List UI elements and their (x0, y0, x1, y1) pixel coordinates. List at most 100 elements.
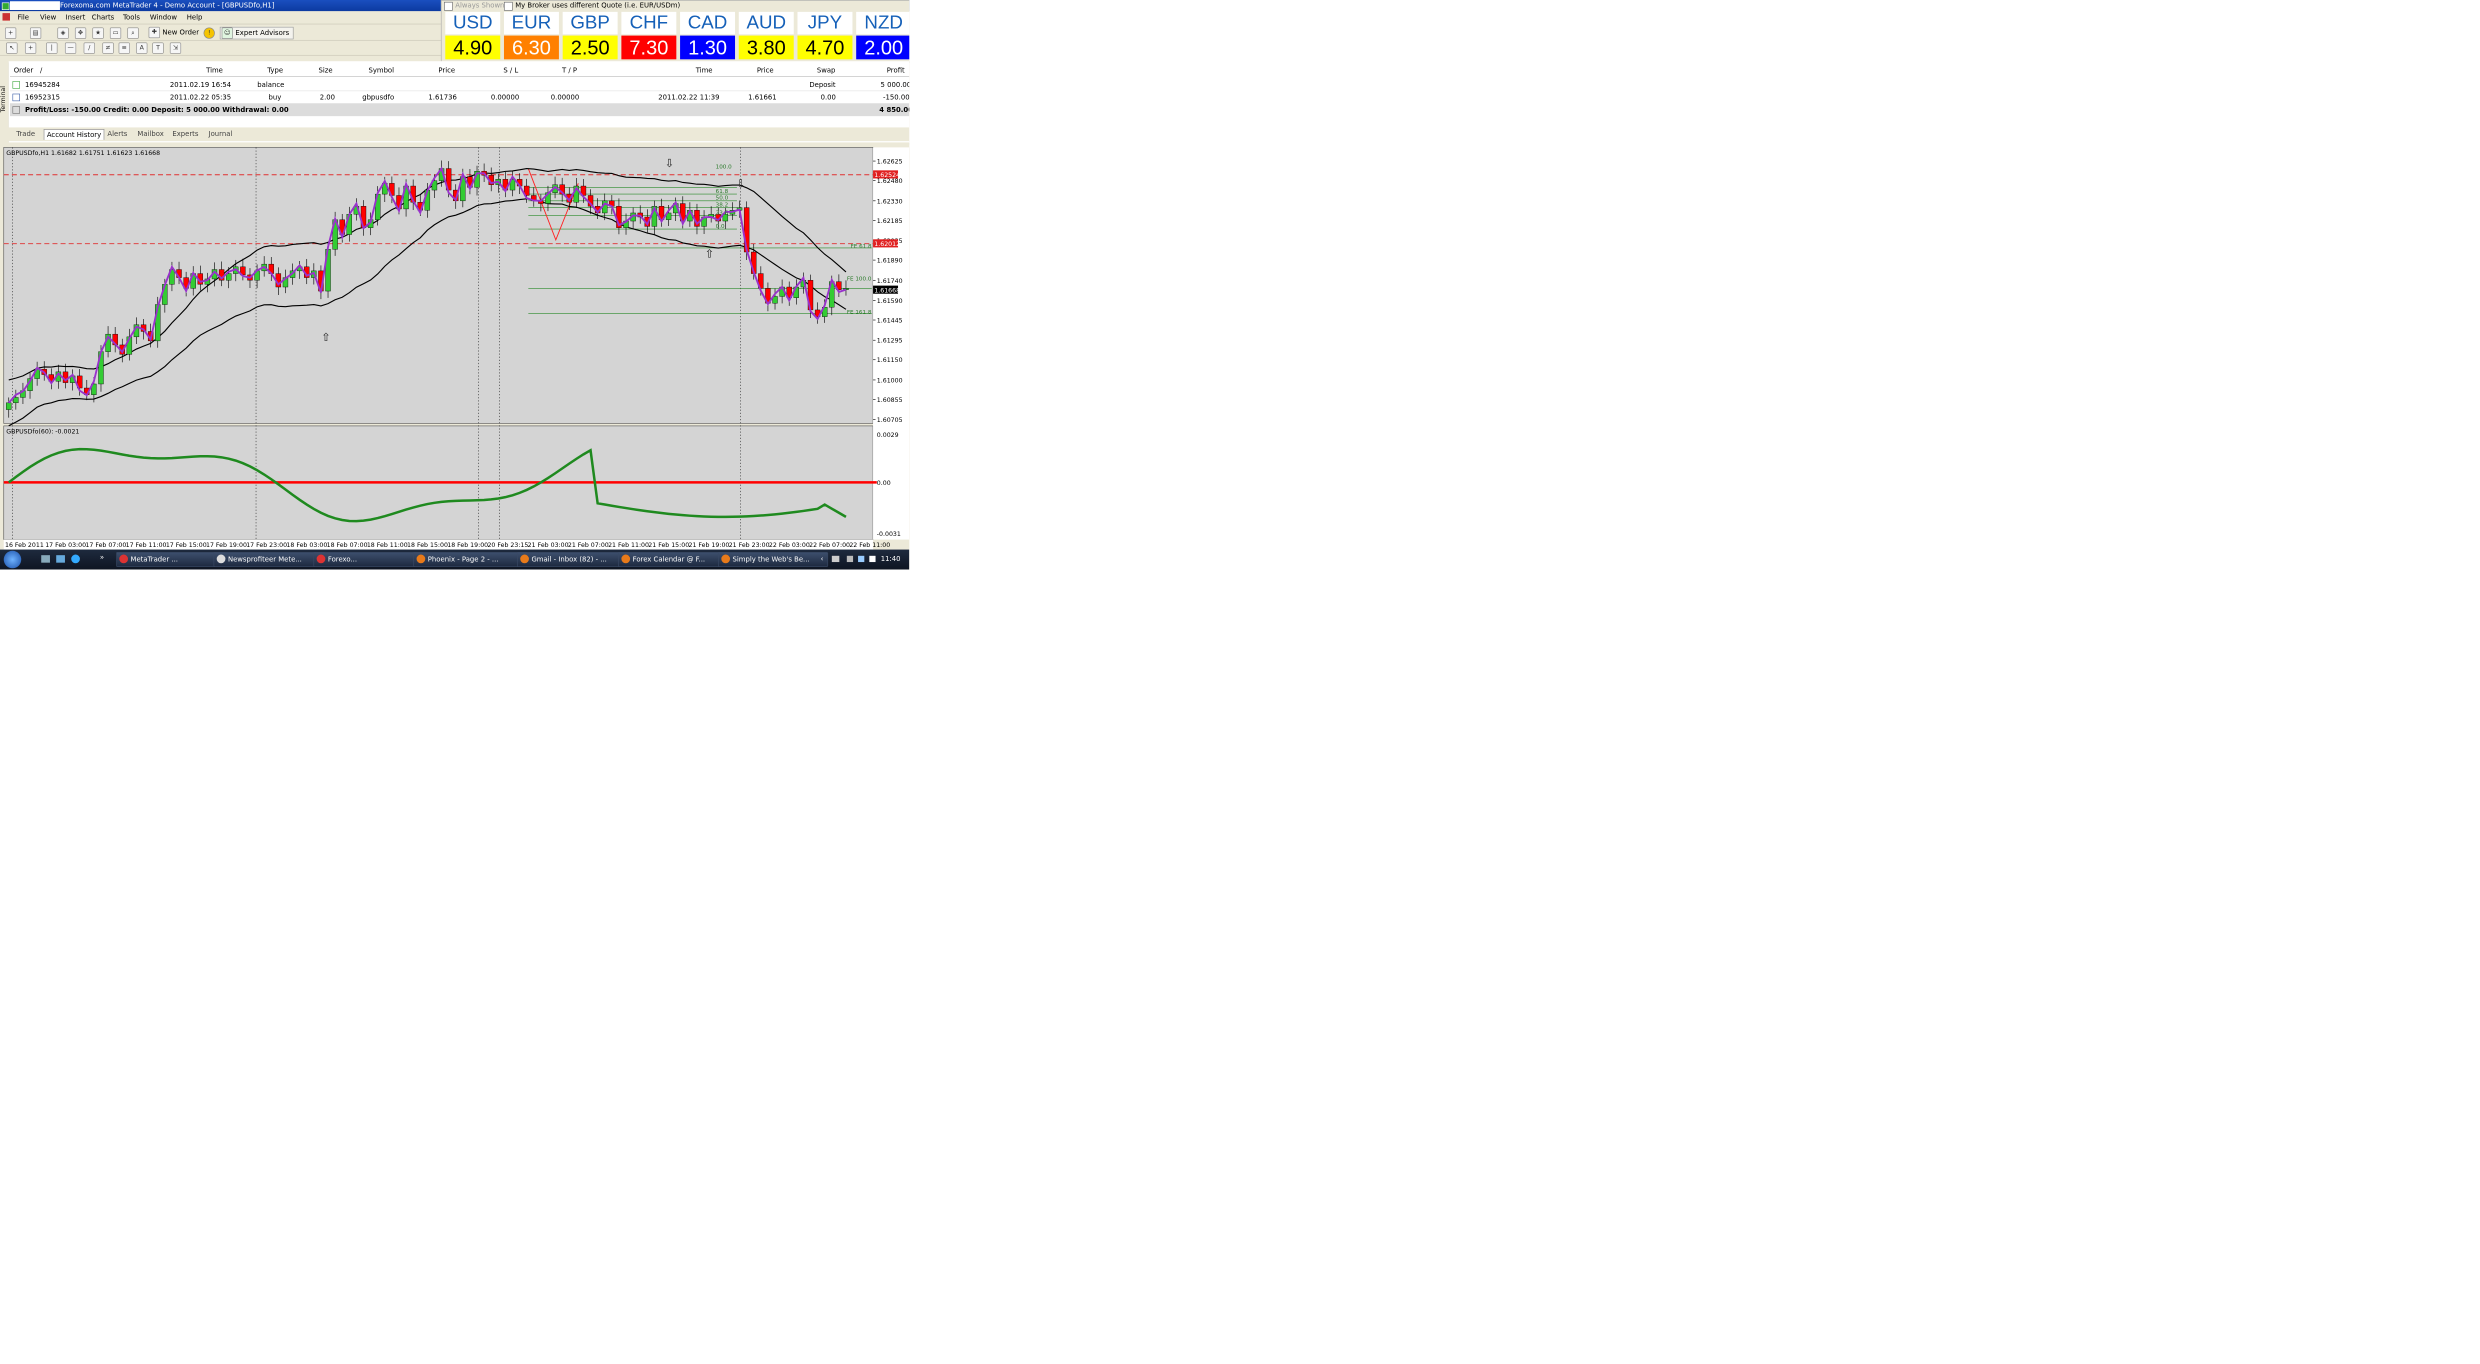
terminal-icon[interactable]: ▭ (109, 27, 122, 39)
text-label-icon[interactable]: T (152, 42, 164, 54)
menu-help[interactable]: Help (187, 13, 203, 21)
col-type[interactable]: Type (267, 66, 283, 74)
tab-experts[interactable]: Experts (170, 129, 201, 139)
always-shown-checkbox[interactable] (444, 1, 453, 11)
summary-icon (12, 106, 20, 114)
mdi-icon[interactable] (2, 13, 10, 21)
indicator-tick-label: -0.0031 (877, 531, 901, 538)
col-close-time[interactable]: Time (696, 66, 713, 74)
menu-insert[interactable]: Insert (66, 13, 86, 21)
tab-account-history[interactable]: Account History (43, 129, 105, 140)
chart-header: GBPUSDfo,H1 1.61682 1.61751 1.61623 1.61… (6, 150, 160, 157)
start-button[interactable] (3, 550, 22, 569)
col-swap[interactable]: Swap (817, 66, 836, 74)
profiles-icon[interactable]: ▤ (29, 27, 42, 39)
currency-value-gbp: 2.50 (562, 35, 618, 60)
col-price[interactable]: Price (438, 66, 455, 74)
price-tick-label: 1.61445 (877, 318, 903, 325)
always-shown-label: Always Shown (455, 1, 505, 10)
menu-charts[interactable]: Charts (92, 13, 114, 21)
price-tag-label: 1.61668 (874, 287, 900, 294)
autotrading-icon[interactable]: ! (203, 27, 215, 39)
favorites-icon[interactable]: ★ (92, 27, 104, 39)
taskbar-button-label: MetaTrader ... (130, 555, 178, 564)
broker-quote-checkbox[interactable] (503, 1, 513, 11)
cell-order: 16952315 (24, 93, 60, 102)
taskbar-button[interactable]: Newsprofiteer Mete... (213, 552, 325, 568)
taskbar-app-icon (416, 554, 426, 564)
col-symbol[interactable]: Symbol (368, 66, 394, 74)
menu-window[interactable]: Window (150, 13, 177, 21)
currency-name-eur: EUR (503, 11, 559, 35)
taskbar-button-label: Simply the Web's Be... (732, 555, 810, 564)
table-row[interactable]: 16945284 2011.02.19 16:54 balance Deposi… (9, 79, 909, 92)
tray-chevron-icon[interactable]: ‹ (821, 555, 824, 563)
time-tick-label: 18 Feb 03:00 (286, 542, 327, 549)
col-size[interactable]: Size (318, 66, 332, 74)
table-row[interactable]: 16952315 2011.02.22 05:35 buy 2.00 gbpus… (9, 91, 909, 104)
taskbar-button[interactable]: Gmail - Inbox (82) - ... (517, 552, 630, 568)
navigator-icon[interactable]: ✥ (74, 27, 87, 39)
price-tick-label: 1.61150 (877, 357, 903, 364)
price-tick-label: 1.61590 (877, 298, 903, 305)
taskbar-clock[interactable]: 11:40 (881, 555, 901, 563)
indicator-tick-label: 0.00 (877, 480, 891, 487)
time-tick-label: 18 Feb 07:00 (327, 542, 368, 549)
candle-body (6, 402, 12, 410)
tab-journal[interactable]: Journal (206, 129, 235, 139)
market-watch-icon[interactable]: ◈ (57, 27, 69, 39)
taskbar-button[interactable]: Simply the Web's Be... (718, 552, 829, 568)
col-sl[interactable]: S / L (503, 66, 518, 74)
tray-app-icon[interactable] (846, 555, 854, 563)
new-chart-icon[interactable]: + (4, 27, 17, 39)
currency-name-gbp: GBP (562, 11, 618, 35)
channel-icon[interactable]: ≠ (102, 42, 114, 54)
text-icon[interactable]: A (136, 42, 148, 54)
col-order[interactable]: Order (14, 66, 34, 74)
col-close-price[interactable]: Price (757, 66, 774, 74)
col-tp[interactable]: T / P (562, 66, 577, 74)
expert-advisors-label: Expert Advisors (235, 28, 290, 37)
tester-icon[interactable]: ⌕ (127, 27, 139, 39)
taskbar-button[interactable]: MetaTrader ... (116, 552, 225, 568)
col-time[interactable]: Time (206, 66, 223, 74)
price-chart[interactable]: 1.626251.624801.623301.621851.620351.618… (0, 142, 910, 550)
quicklaunch-chevron-icon[interactable]: » (100, 553, 104, 561)
menu-tools[interactable]: Tools (123, 13, 140, 21)
menu-view[interactable]: View (40, 13, 56, 21)
fibonacci-label: 23.6 (716, 210, 729, 216)
time-tick-label: 22 Feb 03:00 (769, 542, 810, 549)
fibonacci-label: 38.2 (716, 202, 728, 208)
cell-swap: Deposit (809, 80, 836, 89)
col-profit[interactable]: Profit (887, 66, 905, 74)
ie-icon[interactable] (71, 554, 80, 564)
horizontal-line-icon[interactable]: — (64, 42, 77, 54)
time-tick-label: 21 Feb 23:00 (729, 542, 770, 549)
taskbar-button[interactable]: Phoenix - Page 2 - ... (413, 552, 528, 568)
fibonacci-icon[interactable]: ≡ (118, 42, 130, 54)
vertical-line-icon[interactable]: | (46, 42, 58, 54)
tray-network-icon[interactable] (831, 555, 840, 563)
new-order-button[interactable]: ✚ New Order (148, 26, 199, 39)
tab-alerts[interactable]: Alerts (105, 129, 130, 139)
tray-volume-icon[interactable] (869, 555, 876, 563)
cursor-icon[interactable]: ↖ (6, 42, 18, 54)
crosshair-icon[interactable]: + (24, 42, 37, 54)
taskbar-button[interactable]: Forexo... (313, 552, 424, 568)
tab-trade[interactable]: Trade (14, 129, 38, 139)
expert-advisors-button[interactable]: ☺ Expert Advisors (219, 26, 294, 40)
signal-arrow-icon: ⇩ (736, 177, 745, 190)
tab-mailbox[interactable]: Mailbox (135, 129, 166, 139)
taskbar-button[interactable]: Forex Calendar @ F... (618, 552, 730, 568)
tray-monitor-icon[interactable] (858, 555, 865, 563)
time-tick-label: 21 Feb 07:00 (568, 542, 609, 549)
time-tick-label: 21 Feb 19:00 (688, 542, 729, 549)
trendline-icon[interactable]: / (83, 42, 95, 54)
new-order-icon: ✚ (148, 26, 160, 39)
menu-bar: File View Insert Charts Tools Window Hel… (0, 11, 445, 25)
switch-windows-icon[interactable] (56, 555, 65, 563)
arrows-icon[interactable]: ⇲ (169, 42, 182, 54)
menu-file[interactable]: File (17, 13, 29, 21)
show-desktop-icon[interactable] (41, 555, 50, 563)
price-tag-label: 1.62012 (874, 241, 900, 248)
